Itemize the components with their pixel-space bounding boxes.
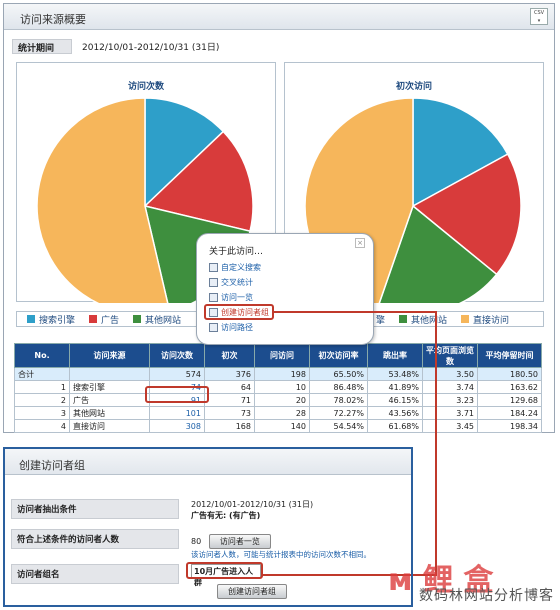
popup-title: 关于此访问… (209, 247, 264, 257)
panel-title: 创建访问者组 (19, 459, 85, 472)
col-header: 访问次数 (149, 343, 205, 368)
period-value: 2012/10/01-2012/10/31 (31日) (82, 42, 220, 53)
legend-item: 直接访问 (461, 313, 509, 326)
count-label: 符合上述条件的访问者人数 (11, 529, 179, 549)
condition-row: 访问者抽出条件 2012/10/01-2012/10/31 (31日) 广告有无… (11, 499, 313, 521)
col-header: 平均停留时间 (477, 343, 542, 368)
col-header: 跳出率 (367, 343, 423, 368)
panel-title: 访问来源概要 (20, 13, 86, 26)
access-context-popup: 关于此访问… × 自定义搜索 交叉统计 访问一览 创建访问者组 访问路径 (196, 233, 374, 345)
legend-item: 搜索引擎 (27, 313, 75, 326)
highlight-box (204, 304, 274, 320)
popup-item-visit-path[interactable]: 访问路径 (209, 322, 253, 333)
crosstab-icon (209, 278, 218, 287)
connector-line (435, 311, 437, 575)
col-header: 初次访问率 (309, 343, 368, 368)
col-header: 问访问 (254, 343, 310, 368)
visits-link[interactable]: 101 (149, 406, 205, 420)
table-total-row: 合计 574 376 198 65.50% 53.48% 3.50 180.50 (14, 367, 542, 381)
condition-ad: 广告有无: (有广告) (191, 511, 261, 520)
legend-item: 其他网站 (133, 313, 181, 326)
first-visits-chart-title: 初次访问 (395, 82, 432, 92)
col-header: No. (14, 343, 70, 368)
create-group-panel: 创建访问者组 访问者抽出条件 2012/10/01-2012/10/31 (31… (3, 447, 413, 607)
legend-item: 其他网站 (399, 313, 447, 326)
period-label: 统计期间 (12, 38, 72, 54)
popup-item-visit-list[interactable]: 访问一览 (209, 292, 253, 303)
table-header-row: No. 访问来源 访问次数 初次 问访问 初次访问率 跳出率 平均页面浏览数 平… (14, 343, 542, 368)
table-row: 1 搜索引擎 74 64 10 86.48% 41.89% 3.74 163.6… (14, 380, 542, 394)
col-header: 访问来源 (69, 343, 150, 368)
condition-label: 访问者抽出条件 (11, 499, 179, 519)
count-note: 该访问者人数，可能与统计报表中的访问次数不相同。 (191, 550, 371, 559)
col-header: 平均页面浏览数 (422, 343, 478, 368)
popup-item-cross-stats[interactable]: 交叉统计 (209, 277, 253, 288)
legend-item: 擎 (376, 315, 386, 326)
connector-line (274, 311, 436, 313)
csv-download-button[interactable]: CSV ▾ (530, 8, 548, 25)
panel-header: 访问来源概要 CSV ▾ (4, 4, 554, 30)
highlight-box (186, 562, 263, 579)
highlight-box (145, 386, 209, 403)
visits-link[interactable]: 308 (149, 419, 205, 433)
table-row: 2 广告 91 71 20 78.02% 46.15% 3.23 129.68 (14, 393, 542, 407)
col-header: 初次 (204, 343, 255, 368)
source-stats-table: No. 访问来源 访问次数 初次 问访问 初次访问率 跳出率 平均页面浏览数 平… (14, 343, 542, 433)
condition-period: 2012/10/01-2012/10/31 (31日) (191, 500, 314, 509)
count-value: 80 (191, 537, 202, 546)
panel-header: 创建访问者组 (5, 449, 411, 475)
first-visits-legend: 擎 其他网站 直接访问 (369, 311, 544, 327)
table-row: 3 其他网站 101 73 28 72.27% 43.56% 3.71 184.… (14, 406, 542, 420)
watermark-text: 数码林网站分析博客 (419, 588, 554, 604)
popup-item-custom-search[interactable]: 自定义搜索 (209, 262, 261, 273)
visits-chart-title: 访问次数 (127, 82, 164, 92)
table-row: 4 直接访问 308 168 140 54.54% 61.68% 3.45 19… (14, 419, 542, 433)
path-icon (209, 323, 218, 332)
list-icon (209, 293, 218, 302)
create-group-button[interactable]: 创建访问者组 (217, 584, 287, 599)
count-row: 符合上述条件的访问者人数 80 访问者一览 该访问者人数，可能与统计报表中的访问… (11, 529, 371, 560)
group-name-label: 访问者组名 (11, 564, 179, 584)
source-overview-panel: 访问来源概要 CSV ▾ 统计期间 2012/10/01-2012/10/31 (… (3, 3, 555, 433)
legend-item: 广告 (89, 313, 119, 326)
period-row: 统计期间 2012/10/01-2012/10/31 (31日) (12, 38, 219, 54)
search-icon (209, 263, 218, 272)
close-icon[interactable]: × (355, 238, 365, 248)
visitor-list-button[interactable]: 访问者一览 (208, 534, 271, 549)
